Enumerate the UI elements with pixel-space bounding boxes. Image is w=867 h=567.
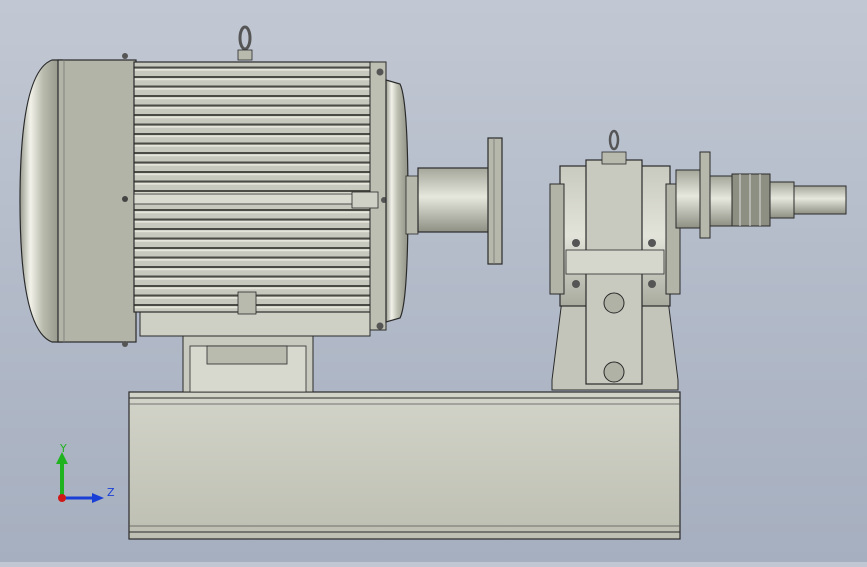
orientation-triad[interactable]: Y Z: [50, 440, 120, 510]
base-frame[interactable]: [128, 391, 681, 540]
shaft-coupling[interactable]: [417, 137, 503, 265]
assembly-drawing[interactable]: [0, 0, 867, 562]
output-shaft[interactable]: [675, 151, 847, 239]
z-axis-head: [92, 493, 104, 503]
origin-dot: [58, 494, 66, 502]
y-axis-label: Y: [59, 442, 67, 455]
gearbox[interactable]: [549, 129, 681, 391]
motor-lifting-eye[interactable]: [237, 25, 253, 61]
motor-end-cap[interactable]: [19, 53, 137, 347]
cad-viewport[interactable]: Y Z: [0, 0, 867, 562]
motor-front-flange[interactable]: [385, 79, 419, 323]
z-axis-label: Z: [107, 486, 115, 499]
motor-mount[interactable]: [139, 309, 371, 393]
motor-body[interactable]: [133, 61, 387, 331]
